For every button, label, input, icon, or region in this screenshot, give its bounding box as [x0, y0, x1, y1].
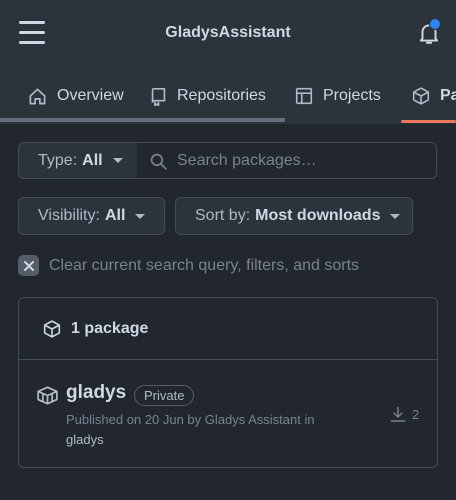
package-count: 1 package [71, 320, 149, 337]
download-icon [390, 406, 406, 422]
close-icon [18, 255, 39, 276]
chevron-down-icon [135, 213, 146, 219]
package-icon [412, 87, 430, 105]
tab-packages[interactable]: Pa [412, 68, 456, 124]
type-filter-label: Type: [38, 151, 78, 169]
container-icon [37, 386, 58, 405]
published-text: Published on 20 Jun by Gladys Assistant … [66, 412, 315, 427]
search-field[interactable] [137, 142, 437, 179]
chevron-down-icon [112, 158, 123, 163]
repository-link[interactable]: gladys [66, 432, 104, 447]
tab-label: Projects [323, 87, 381, 104]
package-icon [43, 320, 61, 338]
sort-button[interactable]: Sort by: Most downloads [175, 197, 413, 235]
repo-icon [151, 87, 166, 106]
download-count: 2 [390, 406, 419, 423]
tab-label: Repositories [177, 87, 266, 104]
clear-filters-text: Clear current search query, filters, and… [49, 256, 360, 274]
sort-value: Most downloads [255, 207, 381, 224]
tab-label: Pa [440, 87, 456, 104]
tab-scrollbar[interactable] [0, 118, 285, 122]
packages-list-header: 1 package [19, 298, 437, 360]
download-count-value: 2 [412, 407, 420, 422]
tab-projects[interactable]: Projects [295, 68, 381, 124]
repo-tabs: Overview Repositories Projects Pa [0, 68, 456, 124]
type-filter-button[interactable]: Type: All [18, 142, 138, 179]
tab-overview[interactable]: Overview [28, 68, 124, 124]
table-icon [295, 87, 313, 105]
type-filter-value: All [82, 151, 103, 169]
package-name-link[interactable]: gladys [66, 382, 126, 404]
sort-label: Sort by: [195, 207, 251, 224]
packages-list: 1 package gladys Private Published on 20… [18, 297, 438, 468]
tab-repositories[interactable]: Repositories [150, 68, 266, 124]
search-icon [150, 153, 167, 170]
chevron-down-icon [390, 213, 401, 219]
visibility-badge: Private [134, 385, 195, 406]
top-bar: GladysAssistant [0, 0, 456, 68]
notification-dot [429, 18, 441, 30]
selected-tab-indicator [401, 120, 456, 123]
tab-label: Overview [57, 87, 124, 104]
visibility-filter-label: Visibility: [38, 207, 100, 224]
visibility-filter-value: All [104, 207, 126, 224]
search-input[interactable] [175, 143, 430, 178]
home-icon [29, 88, 46, 104]
app-title: GladysAssistant [165, 24, 291, 41]
visibility-filter-button[interactable]: Visibility: All [18, 197, 165, 235]
clear-filters-link[interactable]: Clear current search query, filters, and… [18, 255, 359, 276]
package-meta: Published on 20 Jun by Gladys Assistant … [66, 410, 366, 450]
